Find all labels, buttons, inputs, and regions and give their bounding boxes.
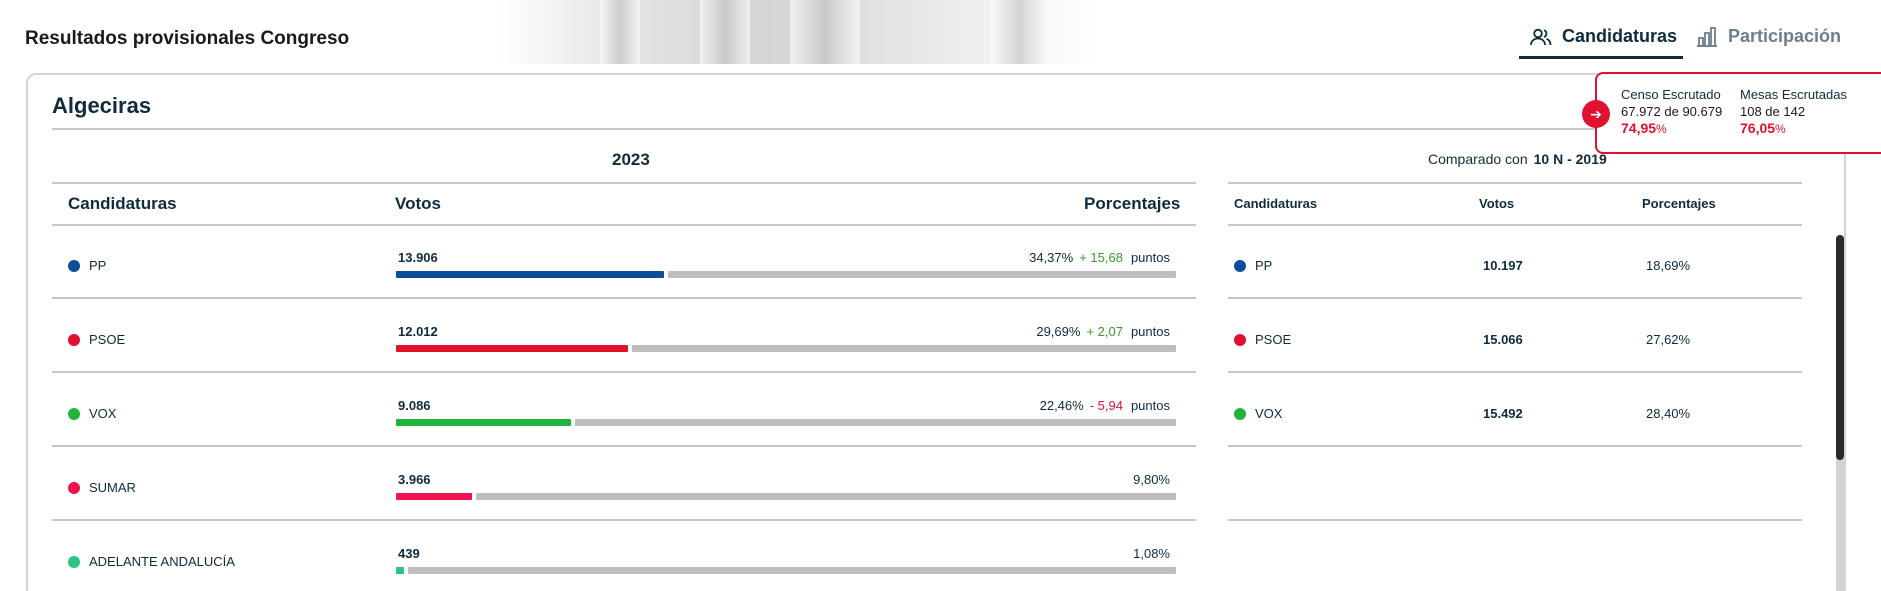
party-color-dot <box>1234 333 1246 346</box>
party-name: ADELANTE ANDALUCÍA <box>68 554 235 569</box>
vote-bar-fill <box>396 493 472 500</box>
compare-heading: Comparado con 10 N - 2019 <box>1428 151 1607 167</box>
compare-row: VOX 15.492 28,40% <box>28 373 1844 447</box>
percentage: 1,08% <box>1133 546 1170 561</box>
party-color-dot <box>1234 259 1246 272</box>
divider <box>52 182 1196 184</box>
compare-party-name: PP <box>1234 258 1272 273</box>
column-header-pct: Porcentajes <box>1084 194 1181 213</box>
party-label: SUMAR <box>89 480 136 495</box>
users-icon <box>1530 28 1552 46</box>
percentage-value: 1,08% <box>1133 546 1170 561</box>
vote-bar-track <box>476 493 1176 500</box>
compare-header-party: Candidaturas <box>1234 196 1318 211</box>
divider <box>1228 182 1802 184</box>
column-header-party: Candidaturas <box>68 194 177 213</box>
compare-header-pct: Porcentajes <box>1642 196 1716 211</box>
votes-value: 3.966 <box>398 472 431 487</box>
censo-percentage: 74,95% <box>1621 120 1667 136</box>
location-title: Algeciras <box>52 93 152 118</box>
escrutinio-panel[interactable]: ➔ Censo Escrutado 67.972 de 90.679 74,95… <box>1582 72 1881 154</box>
votes-value: 439 <box>398 546 420 561</box>
mesas-percentage: 76,05% <box>1740 120 1786 136</box>
tab-candidaturas-label: Candidaturas <box>1562 26 1678 46</box>
compare-votes-value: 10.197 <box>1483 258 1523 273</box>
compare-votes-value: 15.492 <box>1483 406 1523 421</box>
censo-label: Censo Escrutado <box>1621 87 1721 102</box>
compare-percentage-value: 28,40% <box>1646 406 1691 421</box>
divider <box>52 128 1828 130</box>
compare-percentage-value: 27,62% <box>1646 332 1691 347</box>
bar-chart-icon <box>1696 26 1718 47</box>
party-label: PP <box>1255 258 1273 273</box>
percentage-value: 9,80% <box>1133 472 1170 487</box>
mesas-escrutadas: Mesas Escrutadas 108 de 142 76,05% <box>1740 86 1847 138</box>
party-color-dot <box>68 481 80 494</box>
arrow-right-icon[interactable]: ➔ <box>1582 100 1610 128</box>
column-decoration <box>600 0 640 64</box>
vote-bar-track <box>408 567 1176 574</box>
party-label: PSOE <box>1255 332 1292 347</box>
censo-value: 67.972 de 90.679 <box>1621 104 1723 119</box>
party-label: VOX <box>1255 406 1283 421</box>
compare-party-name: VOX <box>1234 406 1282 421</box>
mesas-label: Mesas Escrutadas <box>1740 87 1847 102</box>
compare-votes-value: 15.066 <box>1483 332 1523 347</box>
page-title: Resultados provisionales Congreso <box>25 28 350 49</box>
mesas-value: 108 de 142 <box>1740 104 1806 119</box>
vote-bar-fill <box>396 567 404 574</box>
scrollbar-thumb[interactable] <box>1836 235 1844 460</box>
tab-participacion[interactable]: Participación <box>1696 26 1841 47</box>
column-decoration <box>990 0 1050 64</box>
percentage: 9,80% <box>1133 472 1170 487</box>
divider <box>1228 519 1802 521</box>
compare-header-votes: Votos <box>1479 196 1515 211</box>
tab-candidaturas[interactable]: Candidaturas <box>1530 26 1677 47</box>
party-label: ADELANTE ANDALUCÍA <box>89 554 235 569</box>
table-row: ADELANTE ANDALUCÍA 439 1,08% <box>28 521 1844 591</box>
divider <box>1228 297 1802 299</box>
compare-row: PSOE 15.066 27,62% <box>28 299 1844 373</box>
tab-participacion-label: Participación <box>1728 26 1842 46</box>
party-color-dot <box>68 555 80 568</box>
party-color-dot <box>1234 407 1246 420</box>
compare-percentage-value: 18,69% <box>1646 258 1691 273</box>
column-decoration <box>700 0 750 64</box>
divider <box>1228 445 1802 447</box>
compare-election: 10 N - 2019 <box>1533 151 1607 167</box>
divider <box>1228 371 1802 373</box>
results-card: Algeciras 2023 Comparado con 10 N - 2019 … <box>26 73 1846 591</box>
compare-party-name: PSOE <box>1234 332 1291 347</box>
party-name: SUMAR <box>68 480 136 495</box>
year-heading: 2023 <box>612 150 650 169</box>
column-decoration <box>790 0 860 64</box>
active-tab-indicator <box>1519 56 1683 59</box>
compare-label: Comparado con <box>1428 151 1528 167</box>
header: Resultados provisionales Congreso Candid… <box>0 0 1881 64</box>
table-row: SUMAR 3.966 9,80% <box>28 447 1844 521</box>
column-header-votes: Votos <box>395 194 441 213</box>
censo-escrutado: Censo Escrutado 67.972 de 90.679 74,95% <box>1621 86 1722 138</box>
compare-row: PP 10.197 18,69% <box>28 225 1844 299</box>
